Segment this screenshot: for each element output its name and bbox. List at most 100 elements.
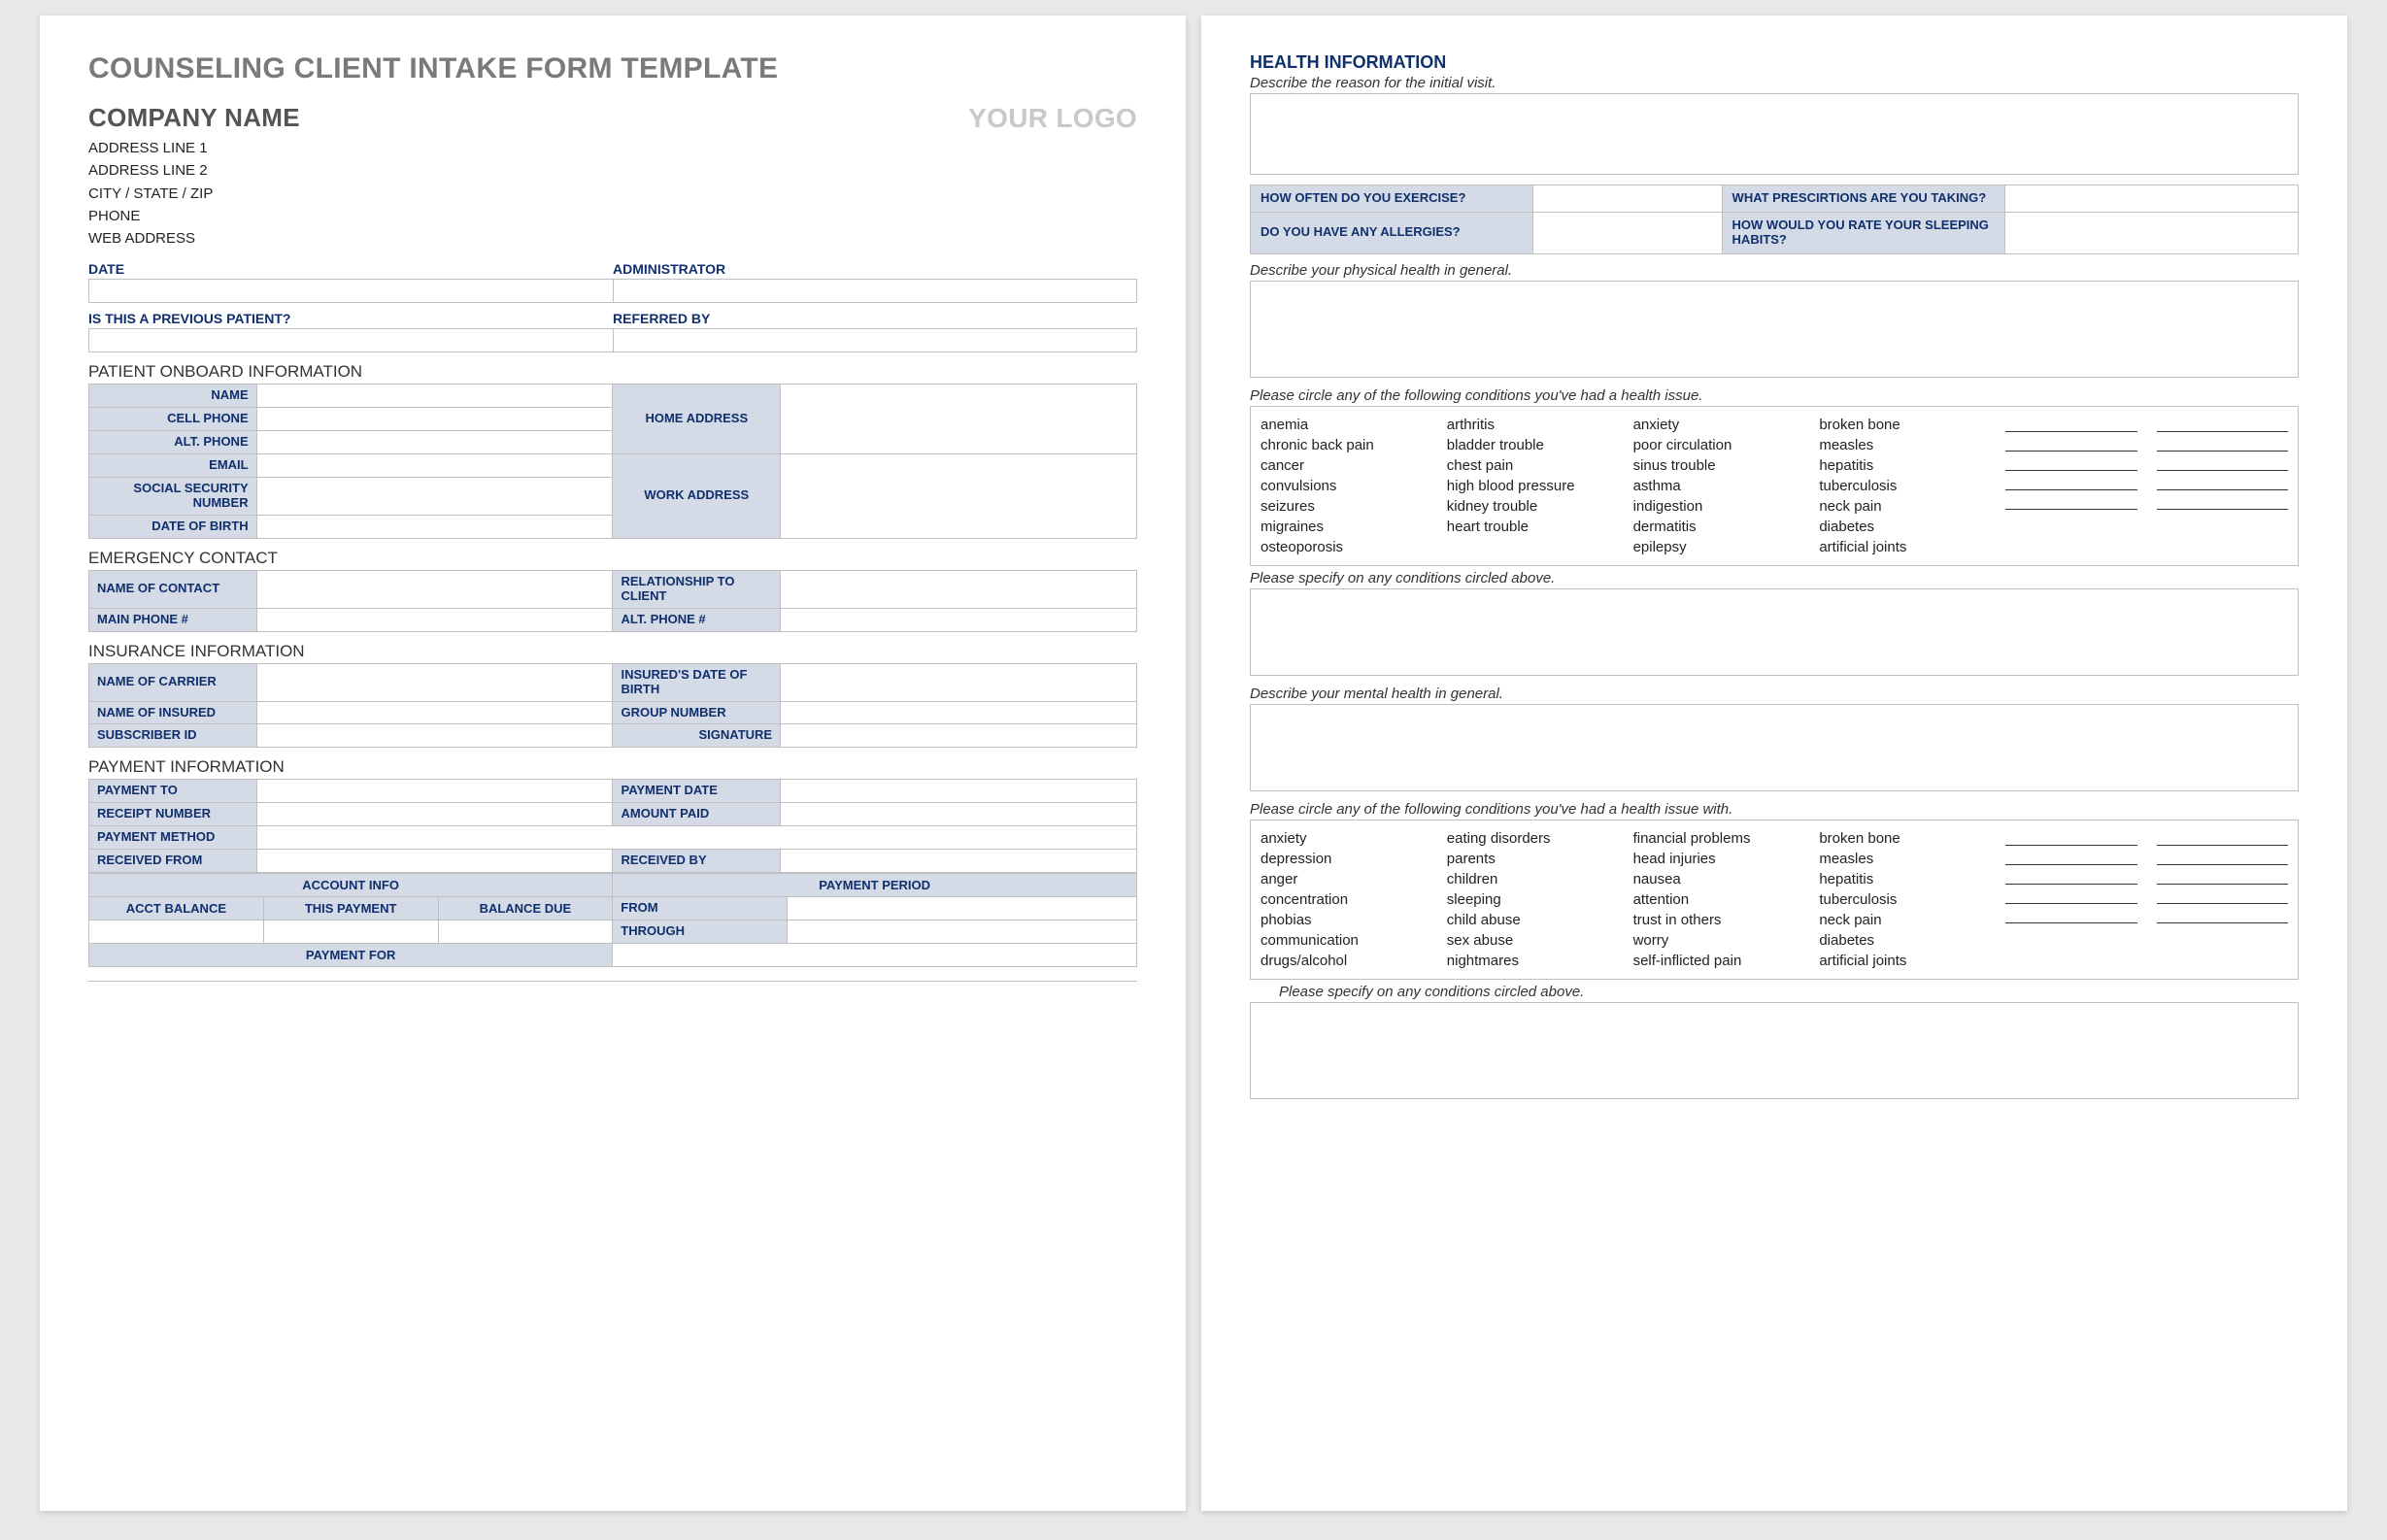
signature-input[interactable]: [781, 724, 1137, 748]
circle2-label: Please circle any of the following condi…: [1250, 801, 2299, 818]
date-admin-inputs: [88, 279, 1137, 303]
blank-line[interactable]: [2005, 871, 2136, 885]
receipt-input[interactable]: [256, 803, 613, 826]
reason-label: Describe the reason for the initial visi…: [1250, 75, 2299, 91]
allergies-input[interactable]: [1533, 212, 1722, 253]
cond-col-2: eating disorders parents children sleepi…: [1447, 828, 1624, 971]
physical-health-label: Describe your physical health in general…: [1250, 262, 2299, 279]
mental-health-label: Describe your mental health in general.: [1250, 686, 2299, 702]
form-title: COUNSELING CLIENT INTAKE FORM TEMPLATE: [88, 52, 1137, 85]
name-input[interactable]: [256, 385, 613, 408]
health-questions-table: HOW OFTEN DO YOU EXERCISE? WHAT PRESCIRT…: [1250, 184, 2299, 254]
emergency-section: EMERGENCY CONTACT: [88, 549, 1137, 568]
blank-line[interactable]: [2157, 438, 2288, 452]
blank-line[interactable]: [2157, 832, 2288, 846]
onboard-table: NAME HOME ADDRESS CELL PHONE ALT. PHONE …: [88, 384, 1137, 539]
health-info-title: HEALTH INFORMATION: [1250, 52, 2299, 73]
amount-paid-input[interactable]: [781, 803, 1137, 826]
cond-col-3: financial problems head injuries nausea …: [1633, 828, 1810, 971]
specify2-input[interactable]: [1250, 1002, 2299, 1099]
blank-line[interactable]: [2157, 890, 2288, 904]
carrier-input[interactable]: [256, 663, 613, 701]
ec-main-input[interactable]: [256, 608, 613, 631]
specify2-label: Please specify on any conditions circled…: [1250, 984, 2299, 1000]
cond-col-4: broken bone measles hepatitis tuberculos…: [1819, 828, 1996, 971]
email-input[interactable]: [256, 454, 613, 478]
blank-line[interactable]: [2157, 871, 2288, 885]
blank-line[interactable]: [2005, 477, 2136, 490]
mental-health-input[interactable]: [1250, 704, 2299, 791]
conditions-physical-box: anemia chronic back pain cancer convulsi…: [1250, 406, 2299, 566]
insured-name-input[interactable]: [256, 701, 613, 724]
blank-line[interactable]: [2005, 832, 2136, 846]
cond-col-1: anemia chronic back pain cancer convulsi…: [1261, 415, 1437, 557]
cell-phone-input[interactable]: [256, 408, 613, 431]
blank-line[interactable]: [2157, 418, 2288, 432]
blank-line[interactable]: [2005, 496, 2136, 510]
cond-col-1: anxiety depression anger concentration p…: [1261, 828, 1437, 971]
conditions-mental-box: anxiety depression anger concentration p…: [1250, 820, 2299, 980]
payment-section: PAYMENT INFORMATION: [88, 757, 1137, 777]
blank-line[interactable]: [2005, 852, 2136, 865]
payment-method-input[interactable]: [256, 826, 1136, 850]
emergency-table: NAME OF CONTACT RELATIONSHIP TO CLIENT M…: [88, 570, 1137, 632]
onboard-section: PATIENT ONBOARD INFORMATION: [88, 362, 1137, 382]
home-address-input[interactable]: [781, 385, 1137, 454]
ec-rel-input[interactable]: [781, 570, 1137, 608]
physical-health-input[interactable]: [1250, 281, 2299, 378]
page-1: COUNSELING CLIENT INTAKE FORM TEMPLATE C…: [40, 16, 1186, 1511]
administrator-input[interactable]: [613, 280, 1137, 303]
alt-phone-input[interactable]: [256, 431, 613, 454]
blank-line[interactable]: [2157, 457, 2288, 471]
account-info-table: ACCOUNT INFO PAYMENT PERIOD ACCT BALANCE…: [88, 873, 1137, 967]
logo-placeholder: YOUR LOGO: [968, 103, 1137, 134]
payment-for-input[interactable]: [613, 944, 1137, 967]
blank-line[interactable]: [2005, 910, 2136, 923]
referred-by-input[interactable]: [613, 329, 1137, 352]
company-address: ADDRESS LINE 1 ADDRESS LINE 2 CITY / STA…: [88, 137, 300, 250]
period-from-input[interactable]: [788, 897, 1137, 921]
specify1-label: Please specify on any conditions circled…: [1250, 570, 2299, 586]
period-through-input[interactable]: [788, 921, 1137, 944]
blank-line[interactable]: [2005, 457, 2136, 471]
sleep-input[interactable]: [2004, 212, 2298, 253]
cond-col-4: broken bone measles hepatitis tuberculos…: [1819, 415, 1996, 557]
group-number-input[interactable]: [781, 701, 1137, 724]
specify1-input[interactable]: [1250, 588, 2299, 676]
work-address-input[interactable]: [781, 454, 1137, 539]
dob-input[interactable]: [256, 515, 613, 538]
received-by-input[interactable]: [781, 850, 1137, 873]
insurance-table: NAME OF CARRIER INSURED'S DATE OF BIRTH …: [88, 663, 1137, 749]
blank-lines-1: [2005, 415, 2288, 557]
blank-line[interactable]: [2157, 852, 2288, 865]
payment-date-input[interactable]: [781, 780, 1137, 803]
blank-line[interactable]: [2005, 418, 2136, 432]
blank-line[interactable]: [2005, 890, 2136, 904]
ec-alt-input[interactable]: [781, 608, 1137, 631]
blank-line[interactable]: [2157, 910, 2288, 923]
page-2: HEALTH INFORMATION Describe the reason f…: [1201, 16, 2347, 1511]
payment-table: PAYMENT TO PAYMENT DATE RECEIPT NUMBER A…: [88, 779, 1137, 873]
cond-col-2: arthritis bladder trouble chest pain hig…: [1447, 415, 1624, 557]
date-admin-row: DATE ADMINISTRATOR: [88, 259, 1137, 279]
payment-to-input[interactable]: [256, 780, 613, 803]
reason-input[interactable]: [1250, 93, 2299, 175]
blank-line[interactable]: [2157, 477, 2288, 490]
date-input[interactable]: [89, 280, 614, 303]
insured-dob-input[interactable]: [781, 663, 1137, 701]
circle1-label: Please circle any of the following condi…: [1250, 387, 2299, 404]
ssn-input[interactable]: [256, 478, 613, 516]
insurance-section: INSURANCE INFORMATION: [88, 642, 1137, 661]
balance-due-input[interactable]: [438, 921, 613, 944]
ec-name-input[interactable]: [256, 570, 613, 608]
this-payment-input[interactable]: [263, 921, 438, 944]
blank-line[interactable]: [2157, 496, 2288, 510]
exercise-input[interactable]: [1533, 185, 1722, 213]
previous-patient-input[interactable]: [89, 329, 614, 352]
prescriptions-input[interactable]: [2004, 185, 2298, 213]
acct-balance-input[interactable]: [89, 921, 264, 944]
received-from-input[interactable]: [256, 850, 613, 873]
company-name: COMPANY NAME: [88, 103, 300, 133]
blank-line[interactable]: [2005, 438, 2136, 452]
subscriber-id-input[interactable]: [256, 724, 613, 748]
